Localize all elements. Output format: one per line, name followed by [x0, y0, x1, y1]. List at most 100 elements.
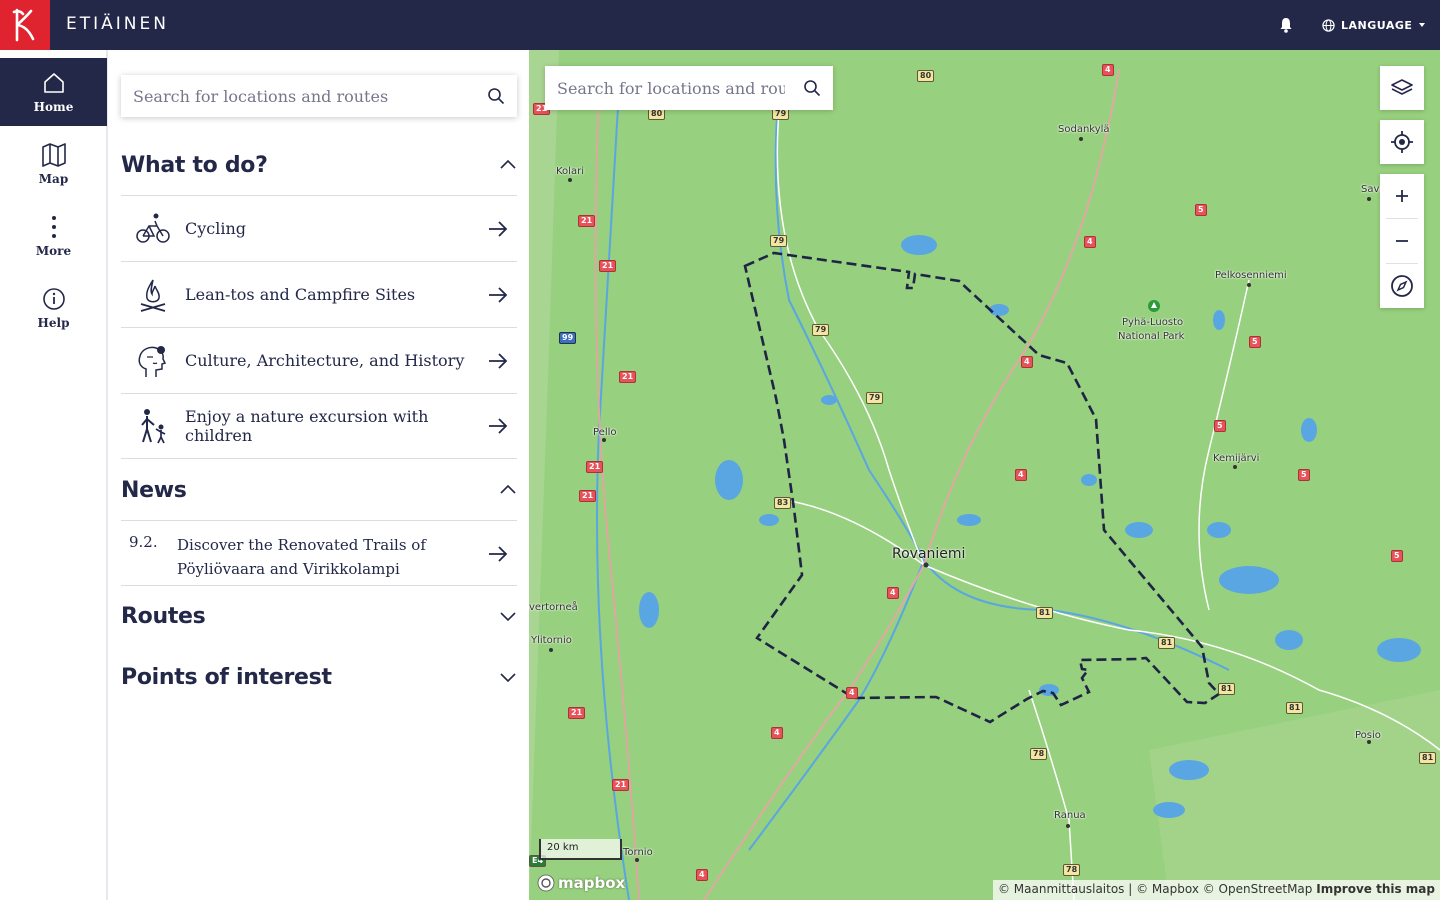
family-hike-icon	[141, 409, 166, 444]
arrow-right-icon	[489, 220, 508, 237]
road-shield: 21	[579, 490, 597, 502]
road-shield: 4	[771, 727, 783, 739]
activity-family-label: Enjoy a nature excursion with children	[185, 407, 429, 445]
chevron-up-icon	[500, 484, 516, 494]
nav-home[interactable]: Home	[0, 58, 107, 126]
news-item[interactable]: 9.2. Discover the Renovated Trails of Pö…	[121, 520, 517, 586]
section-poi-title: Points of interest	[121, 664, 332, 690]
road-shield: 21	[619, 371, 637, 383]
activity-leantos[interactable]: Lean-tos and Campfire Sites	[121, 261, 517, 327]
place-kemijarvi: Kemijärvi	[1213, 453, 1260, 464]
zoom-in-button[interactable]	[1380, 174, 1424, 218]
compass-icon	[1391, 275, 1413, 297]
info-icon	[42, 288, 65, 310]
zoom-control	[1380, 174, 1424, 308]
compass-button[interactable]	[1380, 264, 1424, 308]
road-shield: 80	[917, 70, 935, 82]
place-rovaniemi: Rovaniemi	[892, 546, 966, 562]
layers-icon	[1391, 79, 1413, 95]
locate-button[interactable]	[1380, 120, 1424, 164]
road-shield: 81	[1158, 637, 1176, 649]
road-shield: 5	[1391, 550, 1403, 562]
road-shield: 79	[866, 392, 884, 404]
place-pelkosenniemi: Pelkosenniemi	[1215, 270, 1287, 281]
activity-cycling[interactable]: Cycling	[121, 195, 517, 261]
road-shield: 4	[1015, 469, 1027, 481]
news-date: 9.2.	[129, 533, 158, 551]
road-shield: 5	[1298, 469, 1310, 481]
road-shield: 81	[1419, 752, 1437, 764]
home-icon	[43, 73, 64, 93]
road-shield: 21	[568, 707, 586, 719]
section-news[interactable]: News	[121, 470, 517, 510]
locate-control	[1380, 120, 1424, 164]
road-shield: 5	[1249, 336, 1261, 348]
nav-map[interactable]: Map	[0, 130, 107, 198]
arrow-right-icon	[489, 352, 508, 369]
activity-culture-label: Culture, Architecture, and History	[185, 351, 465, 370]
chevron-up-icon	[500, 159, 516, 169]
road-shield: 5	[1214, 420, 1226, 432]
activity-family[interactable]: Enjoy a nature excursion with children	[121, 393, 517, 459]
mapbox-logo-icon	[537, 874, 555, 892]
road-shield: 21	[599, 260, 617, 272]
zoom-out-button[interactable]	[1380, 219, 1424, 263]
search-icon[interactable]	[487, 87, 505, 105]
news-title: Discover the Renovated Trails of Pöyliöv…	[177, 536, 426, 578]
layers-button[interactable]	[1380, 66, 1424, 110]
nav-more[interactable]: More	[0, 202, 107, 270]
top-bar: ETIÄINEN LANGUAGE	[0, 0, 1440, 50]
map-search-input[interactable]	[545, 68, 785, 108]
activity-leantos-label: Lean-tos and Campfire Sites	[185, 285, 416, 304]
section-routes[interactable]: Routes	[121, 596, 517, 636]
nav-help[interactable]: Help	[0, 274, 107, 342]
road-shield: 79	[812, 324, 830, 336]
road-shield: 78	[1063, 864, 1081, 876]
activity-culture[interactable]: Culture, Architecture, and History	[121, 327, 517, 393]
activity-list: Cycling Lean-tos and Campfire Sites Cult…	[121, 195, 517, 459]
map-view[interactable]: Rovaniemi Sodankylä Kolari Pello Kemijär…	[529, 50, 1440, 900]
section-poi[interactable]: Points of interest	[121, 657, 517, 697]
map-search	[545, 66, 833, 110]
place-kolari: Kolari	[556, 166, 584, 177]
road-shield: 5	[1195, 204, 1207, 216]
place-posio: Posio	[1355, 730, 1381, 741]
road-shield: 79	[770, 235, 788, 247]
improve-map-link[interactable]: Improve this map	[1316, 882, 1435, 896]
nav-home-label: Home	[33, 100, 74, 114]
mapbox-logo[interactable]: mapbox	[537, 872, 625, 894]
place-tornio: Tornio	[623, 847, 653, 858]
nav-rail: Home Map More Help	[0, 50, 108, 900]
metsahallitus-k-logo-icon	[12, 8, 35, 42]
mapbox-logo-text: mapbox	[558, 874, 626, 892]
road-shield: 21	[612, 779, 630, 791]
culture-head-icon	[138, 345, 167, 377]
chevron-down-icon	[500, 612, 516, 622]
bell-icon[interactable]	[1278, 16, 1294, 34]
road-shield: 21	[586, 461, 604, 473]
map-scale: 20 km	[539, 839, 622, 860]
campfire-icon	[140, 279, 166, 312]
logo[interactable]	[0, 0, 50, 50]
place-ylitornio: Ylitornio	[531, 635, 572, 646]
map-icon	[41, 143, 66, 167]
road-shield: 78	[1030, 748, 1048, 760]
place-pello: Pello	[593, 427, 617, 438]
language-selector[interactable]: LANGUAGE	[1322, 16, 1426, 34]
place-vertornea: vertorneå	[529, 602, 578, 613]
language-label: LANGUAGE	[1341, 18, 1413, 32]
side-panel: What to do? Cycling Lean-tos and Campfir…	[108, 50, 529, 900]
road-shield: 4	[1021, 356, 1033, 368]
chevron-down-icon	[500, 673, 516, 683]
section-what-to-do[interactable]: What to do?	[121, 145, 517, 185]
section-routes-title: Routes	[121, 603, 206, 629]
panel-search	[121, 75, 517, 117]
activity-cycling-label: Cycling	[185, 219, 247, 238]
more-icon	[51, 216, 56, 238]
road-shield: 99	[559, 332, 577, 344]
section-news-title: News	[121, 477, 187, 503]
place-pyha-national-park: National Park	[1118, 331, 1185, 342]
search-icon[interactable]	[803, 79, 821, 97]
place-pyha-luosto: Pyhä-Luosto	[1122, 317, 1184, 328]
panel-search-input[interactable]	[121, 76, 461, 116]
